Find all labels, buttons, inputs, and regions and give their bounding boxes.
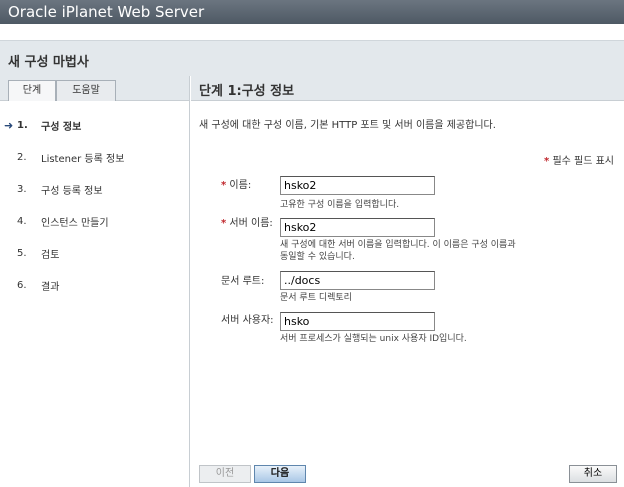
server-name-input[interactable]: [280, 218, 435, 237]
server-user-input[interactable]: [280, 312, 435, 331]
label-text: 서버 이름:: [229, 218, 273, 229]
step-num: 1.: [17, 119, 28, 131]
required-star-icon: *: [544, 156, 550, 167]
step-num: 5.: [17, 247, 27, 259]
step-item[interactable]: 4. 인스턴스 만들기: [0, 205, 189, 237]
label-text: 이름:: [229, 180, 252, 191]
step-num: 6.: [17, 279, 27, 291]
tab-steps[interactable]: 단계: [8, 80, 56, 101]
name-label: * 이름:: [221, 179, 283, 193]
server-user-label: 서버 사용자:: [221, 315, 274, 326]
current-arrow-icon: ➜: [4, 118, 14, 132]
server-user-help: 서버 프로세스가 실행되는 unix 사용자 ID입니다.: [280, 334, 467, 344]
step-item[interactable]: 2. Listener 등록 정보: [0, 141, 189, 173]
step-item[interactable]: 5. 검토: [0, 237, 189, 269]
doc-root-help: 문서 루트 디렉토리: [280, 293, 352, 303]
step-description: 새 구성에 대한 구성 이름, 기본 HTTP 포트 및 서버 이름을 제공합니…: [199, 120, 496, 131]
prev-button[interactable]: 이전: [199, 465, 251, 483]
step-list: ➜ 1. 구성 정보 2. Listener 등록 정보 3. 구성 등록 정보 4. 인…: [0, 101, 189, 301]
step-label: Listener 등록 정보: [41, 153, 125, 165]
name-input[interactable]: [280, 176, 435, 195]
tab-bar: 단계 도움말: [0, 76, 189, 101]
step-label: 구성 등록 정보: [41, 185, 103, 197]
required-star-icon: *: [221, 180, 227, 191]
main-panel: 단계 1:구성 정보 새 구성에 대한 구성 이름, 기본 HTTP 포트 및 …: [191, 76, 624, 487]
left-panel: 단계 도움말 ➜ 1. 구성 정보 2. Listener 등록 정보 3. 구성 등록…: [0, 76, 190, 487]
server-name-help: 새 구성에 대한 서버 이름을 입력합니다. 이 이름은 구성 이름과 동일할 …: [280, 240, 516, 262]
step-num: 3.: [17, 183, 27, 195]
doc-root-input[interactable]: [280, 271, 435, 290]
step-label: 검토: [41, 249, 60, 261]
step-label: 결과: [41, 281, 60, 293]
app-title-bar: Oracle iPlanet Web Server: [0, 0, 624, 24]
tab-help[interactable]: 도움말: [56, 80, 116, 101]
next-button[interactable]: 다음: [254, 465, 306, 483]
doc-root-label: 문서 루트:: [221, 276, 265, 287]
server-name-label: * 서버 이름:: [221, 217, 279, 231]
wizard-title: 새 구성 마법사: [8, 55, 89, 70]
step-item[interactable]: 6. 결과: [0, 269, 189, 301]
name-help: 고유한 구성 이름을 입력합니다.: [280, 200, 400, 210]
step-num: 2.: [17, 151, 27, 163]
required-note-text: 필수 필드 표시: [552, 156, 614, 167]
app-title: Oracle iPlanet Web Server: [8, 3, 205, 21]
step-item[interactable]: 3. 구성 등록 정보: [0, 173, 189, 205]
step-label: 인스턴스 만들기: [41, 217, 109, 229]
step-label: 구성 정보: [41, 121, 82, 133]
step-item[interactable]: ➜ 1. 구성 정보: [0, 109, 189, 141]
step-num: 4.: [17, 215, 27, 227]
step-title: 단계 1:구성 정보: [191, 76, 624, 101]
cancel-button[interactable]: 취소: [569, 465, 617, 483]
wizard-header: 새 구성 마법사: [0, 40, 624, 76]
required-star-icon: *: [221, 218, 227, 229]
required-note: * 필수 필드 표시: [544, 152, 614, 167]
